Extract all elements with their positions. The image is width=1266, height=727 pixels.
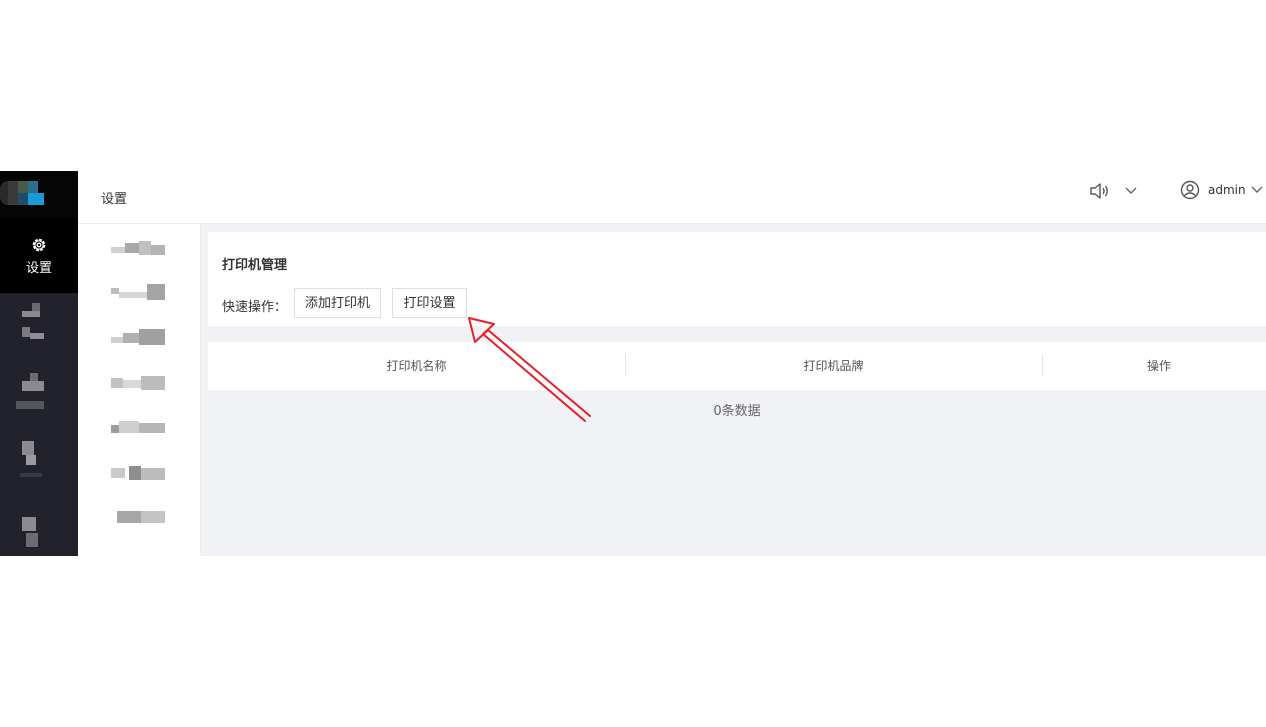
gear-icon (32, 238, 46, 252)
quick-ops-label: 快速操作： (222, 300, 288, 315)
chevron-down-icon[interactable] (1251, 186, 1263, 194)
secondary-menu (78, 224, 201, 556)
rail-item-settings-label: 设置 (25, 261, 52, 276)
print-settings-button[interactable]: 打印设置 (392, 288, 467, 318)
submenu-item-blurred-3[interactable] (111, 329, 167, 347)
rail-item-settings[interactable]: 设置 (0, 217, 78, 293)
rail-item-blurred-3[interactable] (10, 439, 62, 479)
speaker-icon[interactable] (1089, 181, 1111, 201)
column-header-printer-brand: 打印机品牌 (803, 359, 864, 373)
rail-item-blurred-1[interactable] (10, 303, 62, 343)
chevron-down-icon[interactable] (1125, 187, 1137, 195)
submenu-item-blurred-5[interactable] (111, 419, 167, 437)
user-name[interactable]: admin (1208, 183, 1246, 197)
submenu-item-blurred-2[interactable] (111, 284, 167, 302)
user-icon[interactable] (1180, 180, 1200, 200)
app-window: 设置 设置 admin 打印机管理 快速操作： 添加打印机 打印设置 打印机名称… (0, 171, 1266, 556)
rail-item-blurred-4[interactable] (10, 515, 62, 555)
top-header: 设置 admin (78, 171, 1266, 224)
column-header-printer-name: 打印机名称 (386, 359, 447, 373)
submenu-item-blurred-6[interactable] (111, 464, 167, 482)
printer-table: 打印机名称 打印机品牌 操作 0条数据 (208, 342, 1266, 419)
logo-mark (0, 181, 46, 205)
main-content: 打印机管理 快速操作： 添加打印机 打印设置 打印机名称 打印机品牌 操作 0条… (201, 224, 1266, 556)
submenu-item-blurred-7[interactable] (111, 509, 167, 527)
submenu-item-blurred-1[interactable] (111, 241, 167, 259)
page-title: 设置 (101, 192, 128, 207)
left-rail: 设置 (0, 171, 78, 556)
rail-item-blurred-2[interactable] (10, 371, 62, 411)
printer-management-card: 打印机管理 快速操作： 添加打印机 打印设置 (208, 232, 1266, 326)
app-logo (0, 171, 78, 217)
submenu-item-blurred-4[interactable] (111, 374, 167, 392)
column-header-actions: 操作 (1146, 359, 1171, 373)
add-printer-button[interactable]: 添加打印机 (294, 288, 381, 318)
table-header: 打印机名称 打印机品牌 操作 (208, 342, 1266, 390)
empty-state-text: 0条数据 (713, 404, 761, 419)
card-title: 打印机管理 (222, 258, 288, 273)
